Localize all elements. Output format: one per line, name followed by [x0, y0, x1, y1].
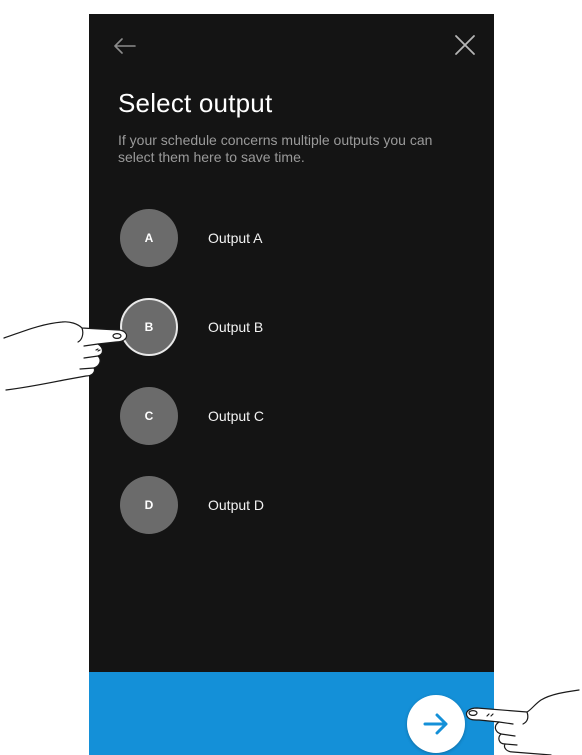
output-a-circle[interactable]: A — [120, 209, 178, 267]
phone-screen: Select output If your schedule concerns … — [89, 14, 494, 755]
output-d-circle[interactable]: D — [120, 476, 178, 534]
output-list: A Output A B Output B C Output C D Outpu… — [120, 209, 460, 565]
back-button[interactable] — [111, 32, 139, 60]
output-c-circle[interactable]: C — [120, 387, 178, 445]
output-b-option[interactable]: B Output B — [120, 298, 460, 356]
output-a-option[interactable]: A Output A — [120, 209, 460, 267]
close-button[interactable] — [450, 30, 480, 60]
output-d-label: Output D — [208, 497, 265, 513]
arrow-right-icon — [423, 713, 448, 735]
pointing-hand-illustration — [3, 321, 128, 391]
output-b-label: Output B — [208, 319, 264, 335]
output-c-label: Output C — [208, 408, 265, 424]
output-a-label: Output A — [208, 230, 263, 246]
page-title: Select output — [118, 88, 273, 118]
page-subtitle: If your schedule concerns multiple outpu… — [118, 132, 433, 165]
top-bar — [89, 14, 494, 78]
close-icon — [455, 35, 475, 55]
output-d-option[interactable]: D Output D — [120, 476, 460, 534]
tapping-hand-illustration — [465, 689, 580, 755]
output-c-option[interactable]: C Output C — [120, 387, 460, 445]
arrow-left-icon — [114, 38, 136, 54]
